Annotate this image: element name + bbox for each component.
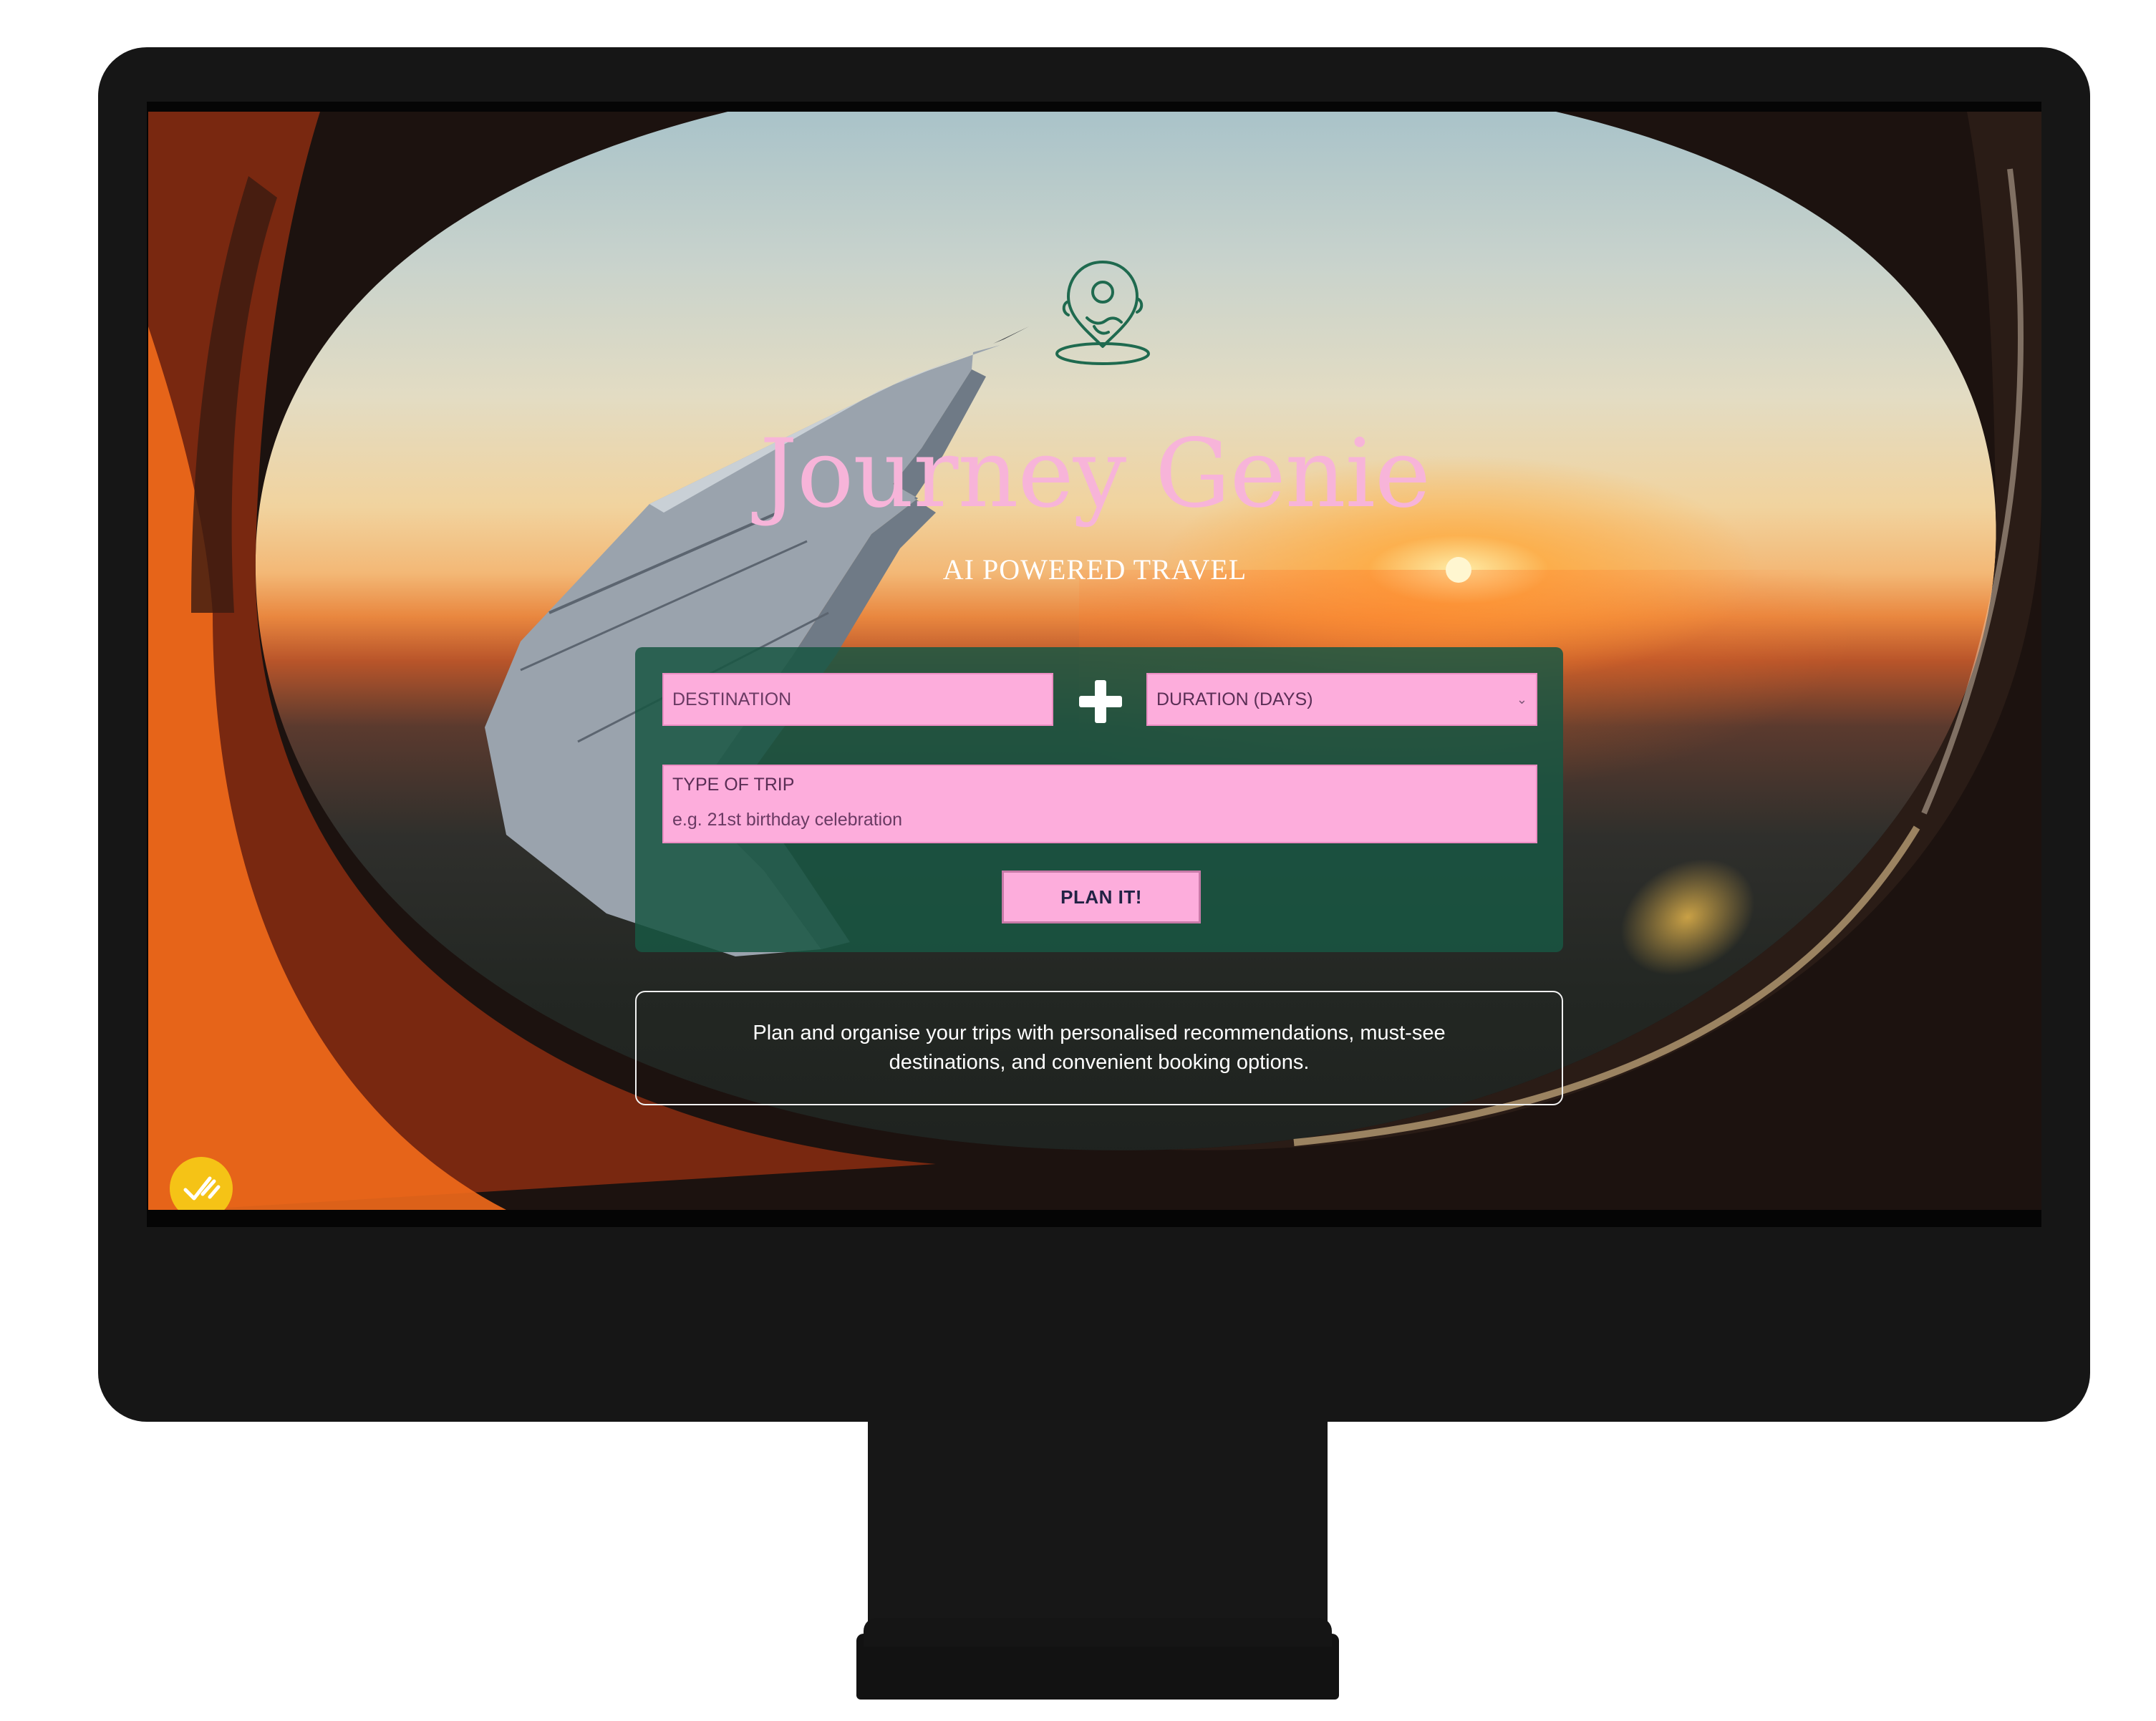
monitor-frame: Journey Genie AI POWERED TRAVEL DURATION… xyxy=(98,47,2090,1422)
duration-select-label: DURATION (DAYS) xyxy=(1156,689,1313,709)
plus-icon xyxy=(1079,680,1122,723)
checkmark-badge-icon[interactable] xyxy=(170,1157,233,1210)
trip-type-input[interactable] xyxy=(664,802,1536,838)
monitor-stand-neck xyxy=(868,1420,1328,1639)
destination-input[interactable] xyxy=(664,674,1052,724)
brand-title: Journey Genie xyxy=(759,419,1431,529)
trip-type-field[interactable]: TYPE OF TRIP xyxy=(662,765,1537,843)
monitor-stand-base xyxy=(856,1618,1339,1700)
checkmark-icon xyxy=(183,1176,221,1201)
map-pin-genie-icon xyxy=(1055,261,1150,365)
trip-planner-form: DURATION (DAYS) ⌄ TYPE OF TRIP PLAN IT! xyxy=(635,647,1563,952)
chevron-down-icon: ⌄ xyxy=(1516,692,1527,707)
trip-type-label: TYPE OF TRIP xyxy=(672,775,795,795)
info-box: Plan and organise your trips with person… xyxy=(635,991,1563,1105)
info-description: Plan and organise your trips with person… xyxy=(753,1022,1446,1074)
destination-field[interactable] xyxy=(662,673,1053,726)
duration-select[interactable]: DURATION (DAYS) ⌄ xyxy=(1146,673,1537,726)
brand-subtitle: AI POWERED TRAVEL xyxy=(942,553,1247,586)
plan-it-button[interactable]: PLAN IT! xyxy=(1002,871,1201,923)
screen: Journey Genie AI POWERED TRAVEL DURATION… xyxy=(148,112,2041,1210)
